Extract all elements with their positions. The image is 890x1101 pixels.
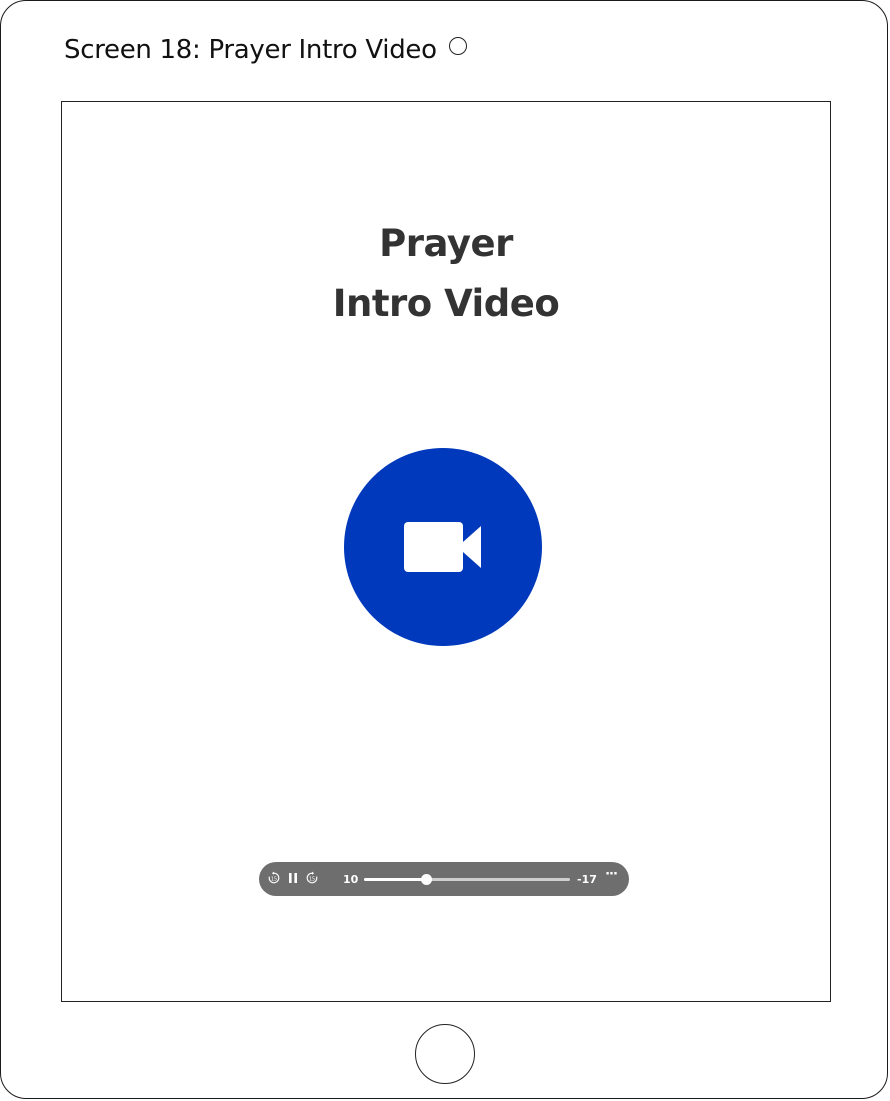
- video-player-controls: 15 15 10 -17 ···: [259, 862, 629, 896]
- video-camera-icon: [404, 522, 481, 572]
- elapsed-time: 10: [343, 873, 359, 886]
- svg-text:15: 15: [309, 876, 315, 882]
- play-video-button[interactable]: [344, 448, 542, 646]
- page-title-line-1: Prayer: [379, 222, 513, 265]
- tablet-frame: Screen 18: Prayer Intro Video Prayer Int…: [0, 0, 888, 1099]
- forward-15-icon[interactable]: 15: [305, 871, 319, 885]
- remaining-time: -17: [577, 873, 597, 886]
- status-circle-icon[interactable]: [448, 37, 467, 55]
- seek-bar-handle[interactable]: [420, 874, 432, 885]
- screen-label: Screen 18: Prayer Intro Video: [64, 35, 467, 65]
- page-title: Prayer Intro Video: [62, 214, 830, 334]
- screen-viewport: Prayer Intro Video 15 15 10 -17 ···: [61, 101, 831, 1002]
- more-options-icon[interactable]: ···: [603, 868, 619, 886]
- pause-icon[interactable]: [286, 871, 300, 885]
- seek-bar[interactable]: [364, 874, 570, 885]
- page-title-line-2: Intro Video: [332, 282, 560, 325]
- svg-text:15: 15: [271, 876, 277, 882]
- seek-bar-progress: [364, 878, 426, 881]
- screen-title: Screen 18: Prayer Intro Video: [64, 35, 437, 65]
- home-button[interactable]: [415, 1024, 475, 1084]
- rewind-15-icon[interactable]: 15: [267, 871, 281, 885]
